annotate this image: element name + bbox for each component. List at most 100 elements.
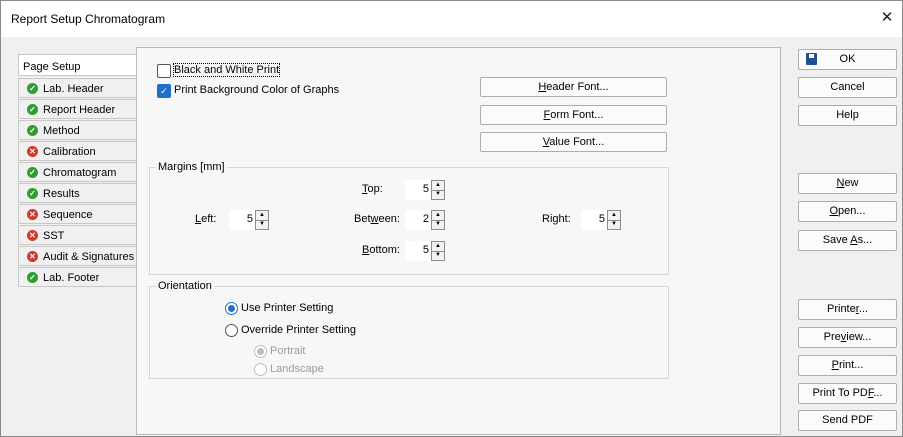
tab-label: Sequence [43, 209, 93, 221]
send-pdf-button[interactable]: Send PDF [798, 410, 897, 431]
bottom-margin-stepper[interactable]: 5 ▲ ▼ [405, 241, 445, 261]
button-label: ew [844, 177, 859, 189]
value-font-button[interactable]: Value Font... [480, 132, 667, 152]
tab-sst[interactable]: ✕ SST [18, 225, 136, 245]
tab-lab-footer[interactable]: ✓ Lab. Footer [18, 267, 136, 287]
radio-selected-icon[interactable] [225, 302, 238, 315]
check-circle-icon: ✓ [27, 125, 38, 136]
top-label: Top: [362, 183, 383, 195]
checkbox-box[interactable] [157, 64, 171, 78]
check-circle-icon: ✓ [27, 104, 38, 115]
label-text: eft: [201, 213, 217, 225]
tab-label: Audit & Signatures [43, 251, 135, 263]
save-as-button[interactable]: Save As... [798, 230, 897, 251]
stepper-arrows[interactable]: ▲ ▼ [431, 180, 445, 200]
between-label: Between: [354, 213, 400, 225]
checkbox-label: Black and White Print [172, 63, 281, 77]
left-margin-stepper[interactable]: 5 ▲ ▼ [229, 210, 269, 230]
help-button[interactable]: Help [798, 105, 897, 126]
print-to-pdf-button[interactable]: Print To PDF... [798, 383, 897, 404]
button-label: ... [858, 303, 868, 315]
right-label: Right: [542, 213, 571, 225]
tab-method[interactable]: ✓ Method [18, 120, 136, 140]
button-label: Printe [827, 303, 856, 315]
button-label: Help [836, 109, 859, 121]
tab-label: Chromatogram [43, 167, 117, 179]
save-disk-icon [806, 53, 817, 65]
button-label: alue Font... [549, 136, 605, 148]
button-label: rint... [838, 359, 864, 371]
check-circle-icon: ✓ [27, 272, 38, 283]
arrow-down-icon[interactable]: ▼ [432, 190, 444, 199]
tab-sequence[interactable]: ✕ Sequence [18, 204, 136, 224]
tab-label: Calibration [43, 146, 96, 158]
stepper-value: 5 [422, 183, 429, 195]
between-margin-stepper[interactable]: 2 ▲ ▼ [405, 210, 445, 230]
new-button[interactable]: New [798, 173, 897, 194]
top-margin-stepper[interactable]: 5 ▲ ▼ [405, 180, 445, 200]
label-text: ottom: [369, 244, 400, 256]
printer-button[interactable]: Printer... [798, 299, 897, 320]
tab-page-setup[interactable]: Page Setup [18, 54, 138, 76]
stepper-arrows[interactable]: ▲ ▼ [431, 210, 445, 230]
radio-icon[interactable] [254, 363, 267, 376]
check-circle-icon: ✓ [27, 188, 38, 199]
tab-report-header[interactable]: ✓ Report Header [18, 99, 136, 119]
label-text: Bet [354, 213, 371, 225]
arrow-down-icon[interactable]: ▼ [608, 220, 620, 229]
check-circle-icon: ✓ [27, 167, 38, 178]
button-label: Pre [823, 331, 841, 343]
check-circle-icon: ✓ [27, 83, 38, 94]
button-label: Save [822, 234, 851, 246]
radio-selected-icon[interactable] [254, 345, 267, 358]
tab-lab-header[interactable]: ✓ Lab. Header [18, 78, 136, 98]
stepper-value: 5 [246, 213, 253, 225]
title-bar: Report Setup Chromatogram ✕ [1, 1, 902, 37]
right-margin-stepper[interactable]: 5 ▲ ▼ [581, 210, 621, 230]
tab-label: Page Setup [23, 61, 81, 73]
button-label: eader Font... [546, 81, 609, 93]
open-button[interactable]: Open... [798, 201, 897, 222]
button-label: Send PDF [822, 414, 873, 426]
radio-icon[interactable] [225, 324, 238, 337]
tab-results[interactable]: ✓ Results [18, 183, 136, 203]
stepper-arrows[interactable]: ▲ ▼ [431, 241, 445, 261]
mnemonic: O [829, 205, 839, 217]
error-circle-icon: ✕ [27, 209, 38, 220]
button-label: Print To PD [812, 387, 868, 399]
close-icon[interactable]: ✕ [874, 5, 900, 31]
stepper-value: 2 [422, 213, 429, 225]
checkbox-checked-icon[interactable]: ✓ [157, 84, 171, 98]
stepper-arrows[interactable]: ▲ ▼ [255, 210, 269, 230]
print-button[interactable]: Print... [798, 355, 897, 376]
form-font-button[interactable]: Form Font... [480, 105, 667, 125]
tab-label: Method [43, 125, 80, 137]
stepper-value: 5 [598, 213, 605, 225]
label-text: op: [367, 183, 383, 195]
tab-label: Report Header [43, 104, 116, 116]
report-setup-dialog: Report Setup Chromatogram ✕ Page Setup ✓… [0, 0, 903, 437]
error-circle-icon: ✕ [27, 146, 38, 157]
button-label: orm Font... [550, 109, 604, 121]
preview-button[interactable]: Preview... [798, 327, 897, 348]
stepper-arrows[interactable]: ▲ ▼ [607, 210, 621, 230]
tab-label: Results [43, 188, 80, 200]
error-circle-icon: ✕ [27, 230, 38, 241]
arrow-down-icon[interactable]: ▼ [256, 220, 268, 229]
page-setup-panel: Black and White Print ✓ Print Background… [136, 47, 781, 435]
arrow-down-icon[interactable]: ▼ [432, 251, 444, 260]
tab-calibration[interactable]: ✕ Calibration [18, 141, 136, 161]
header-font-button[interactable]: Header Font... [480, 77, 667, 97]
left-label: Left: [195, 213, 216, 225]
cancel-button[interactable]: Cancel [798, 77, 897, 98]
checkbox-label: Print Background Color of Graphs [174, 84, 340, 96]
tab-chromatogram[interactable]: ✓ Chromatogram [18, 162, 136, 182]
button-label: ... [873, 387, 883, 399]
window-title: Report Setup Chromatogram [11, 12, 166, 26]
arrow-down-icon[interactable]: ▼ [432, 220, 444, 229]
tab-audit-signatures[interactable]: ✕ Audit & Signatures [18, 246, 136, 266]
ok-button[interactable]: OK [798, 49, 897, 70]
button-label: OK [839, 53, 856, 65]
radio-label: Use Printer Setting [241, 302, 334, 314]
error-circle-icon: ✕ [27, 251, 38, 262]
